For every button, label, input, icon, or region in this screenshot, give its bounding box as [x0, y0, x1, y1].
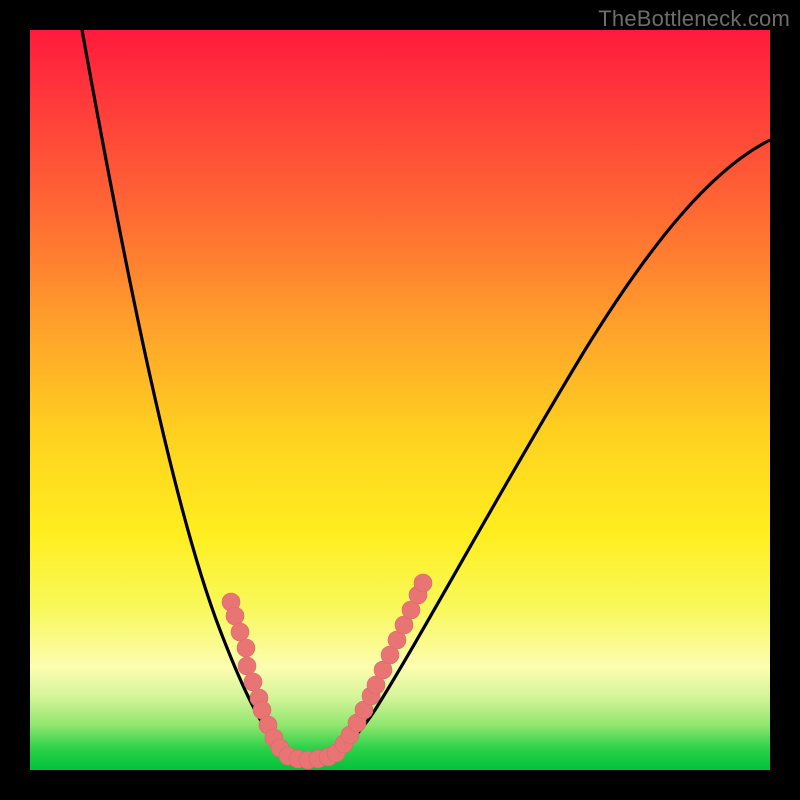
- watermark-text: TheBottleneck.com: [598, 6, 790, 32]
- curve-markers: [222, 574, 432, 769]
- bottleneck-curve: [30, 30, 770, 770]
- chart-frame: TheBottleneck.com: [0, 0, 800, 800]
- plot-area: [30, 30, 770, 770]
- curve-path: [82, 30, 770, 760]
